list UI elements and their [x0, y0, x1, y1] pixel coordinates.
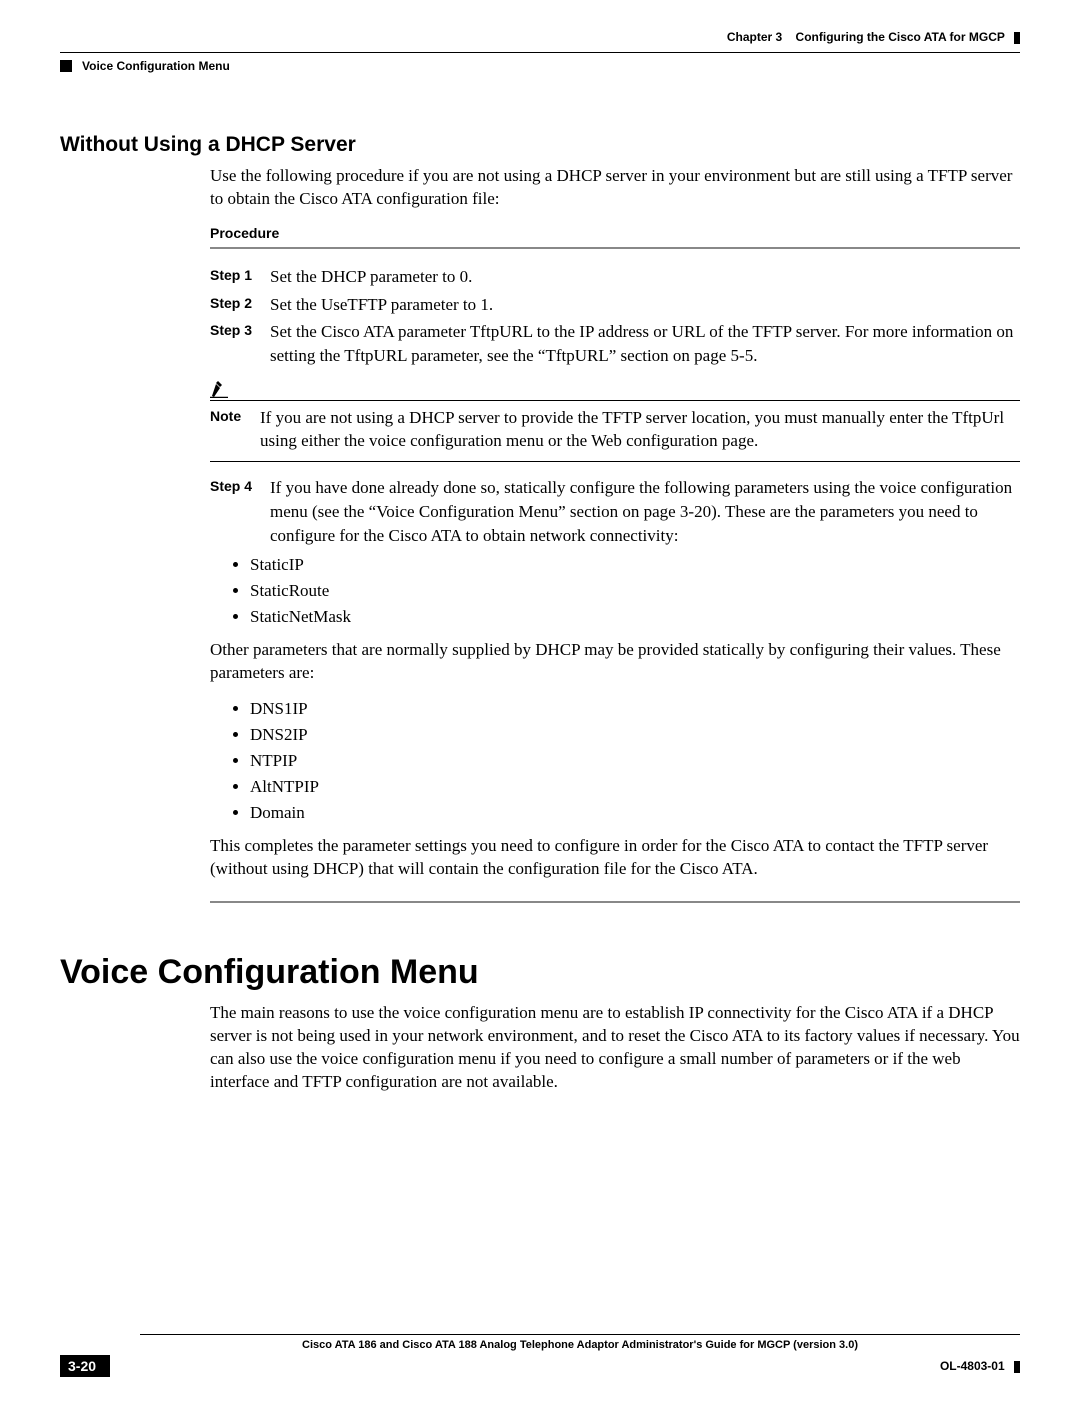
- step-label: Step 1: [210, 265, 270, 289]
- step-3: Step 3 Set the Cisco ATA parameter TftpU…: [270, 320, 1020, 368]
- footer-tick-icon: [1014, 1361, 1020, 1373]
- list-item: NTPIP: [250, 751, 1020, 771]
- note-rule-top: [210, 400, 1020, 401]
- note-text: If you are not using a DHCP server to pr…: [260, 407, 1020, 453]
- list-item: DNS1IP: [250, 699, 1020, 719]
- mid-paragraph: Other parameters that are normally suppl…: [210, 639, 1020, 685]
- list-item: DNS2IP: [250, 725, 1020, 745]
- static-params-list: StaticIP StaticRoute StaticNetMask: [230, 555, 1020, 627]
- note-box: Note If you are not using a DHCP server …: [210, 380, 1020, 462]
- step-text: Set the Cisco ATA parameter TftpURL to t…: [270, 320, 1020, 368]
- note-rule-bottom: [210, 461, 1020, 462]
- doc-id: OL-4803-01: [940, 1359, 1005, 1373]
- procedure-rule-top: [210, 247, 1020, 249]
- note-label: Note: [210, 407, 260, 453]
- step-1: Step 1 Set the DHCP parameter to 0.: [270, 265, 1020, 289]
- step-label: Step 4: [210, 476, 270, 547]
- footer-doc-title: Cisco ATA 186 and Cisco ATA 188 Analog T…: [140, 1339, 1020, 1351]
- list-item: AltNTPIP: [250, 777, 1020, 797]
- list-item: Domain: [250, 803, 1020, 823]
- page-header: Chapter 3 Configuring the Cisco ATA for …: [60, 30, 1020, 44]
- section-marker-icon: [60, 60, 72, 72]
- step-text: Set the DHCP parameter to 0.: [270, 265, 472, 289]
- page-footer: Cisco ATA 186 and Cisco ATA 188 Analog T…: [60, 1334, 1020, 1377]
- step-2: Step 2 Set the UseTFTP parameter to 1.: [270, 293, 1020, 317]
- header-tick-icon: [1014, 32, 1020, 44]
- closing-paragraph: This completes the parameter settings yo…: [210, 835, 1020, 881]
- procedure-label: Procedure: [210, 225, 1020, 241]
- step-label: Step 2: [210, 293, 270, 317]
- chapter-label: Chapter 3: [727, 30, 782, 44]
- step-text: If you have done already done so, static…: [270, 476, 1020, 547]
- section-heading-dhcp: Without Using a DHCP Server: [60, 133, 1020, 157]
- section-heading-voice-menu: Voice Configuration Menu: [60, 953, 1020, 992]
- footer-rule: [140, 1334, 1020, 1335]
- voice-menu-paragraph: The main reasons to use the voice config…: [210, 1002, 1020, 1094]
- step-text: Set the UseTFTP parameter to 1.: [270, 293, 493, 317]
- procedure-rule-bottom: [210, 901, 1020, 903]
- step-4: Step 4 If you have done already done so,…: [270, 476, 1020, 547]
- list-item: StaticNetMask: [250, 607, 1020, 627]
- list-item: StaticIP: [250, 555, 1020, 575]
- step-label: Step 3: [210, 320, 270, 368]
- page-number: 3-20: [60, 1355, 110, 1377]
- pencil-icon: [210, 380, 234, 398]
- chapter-title: Configuring the Cisco ATA for MGCP: [796, 30, 1005, 44]
- intro-paragraph: Use the following procedure if you are n…: [210, 165, 1020, 211]
- list-item: StaticRoute: [250, 581, 1020, 601]
- dhcp-params-list: DNS1IP DNS2IP NTPIP AltNTPIP Domain: [230, 699, 1020, 823]
- header-rule: [60, 52, 1020, 53]
- breadcrumb: Voice Configuration Menu: [82, 59, 230, 73]
